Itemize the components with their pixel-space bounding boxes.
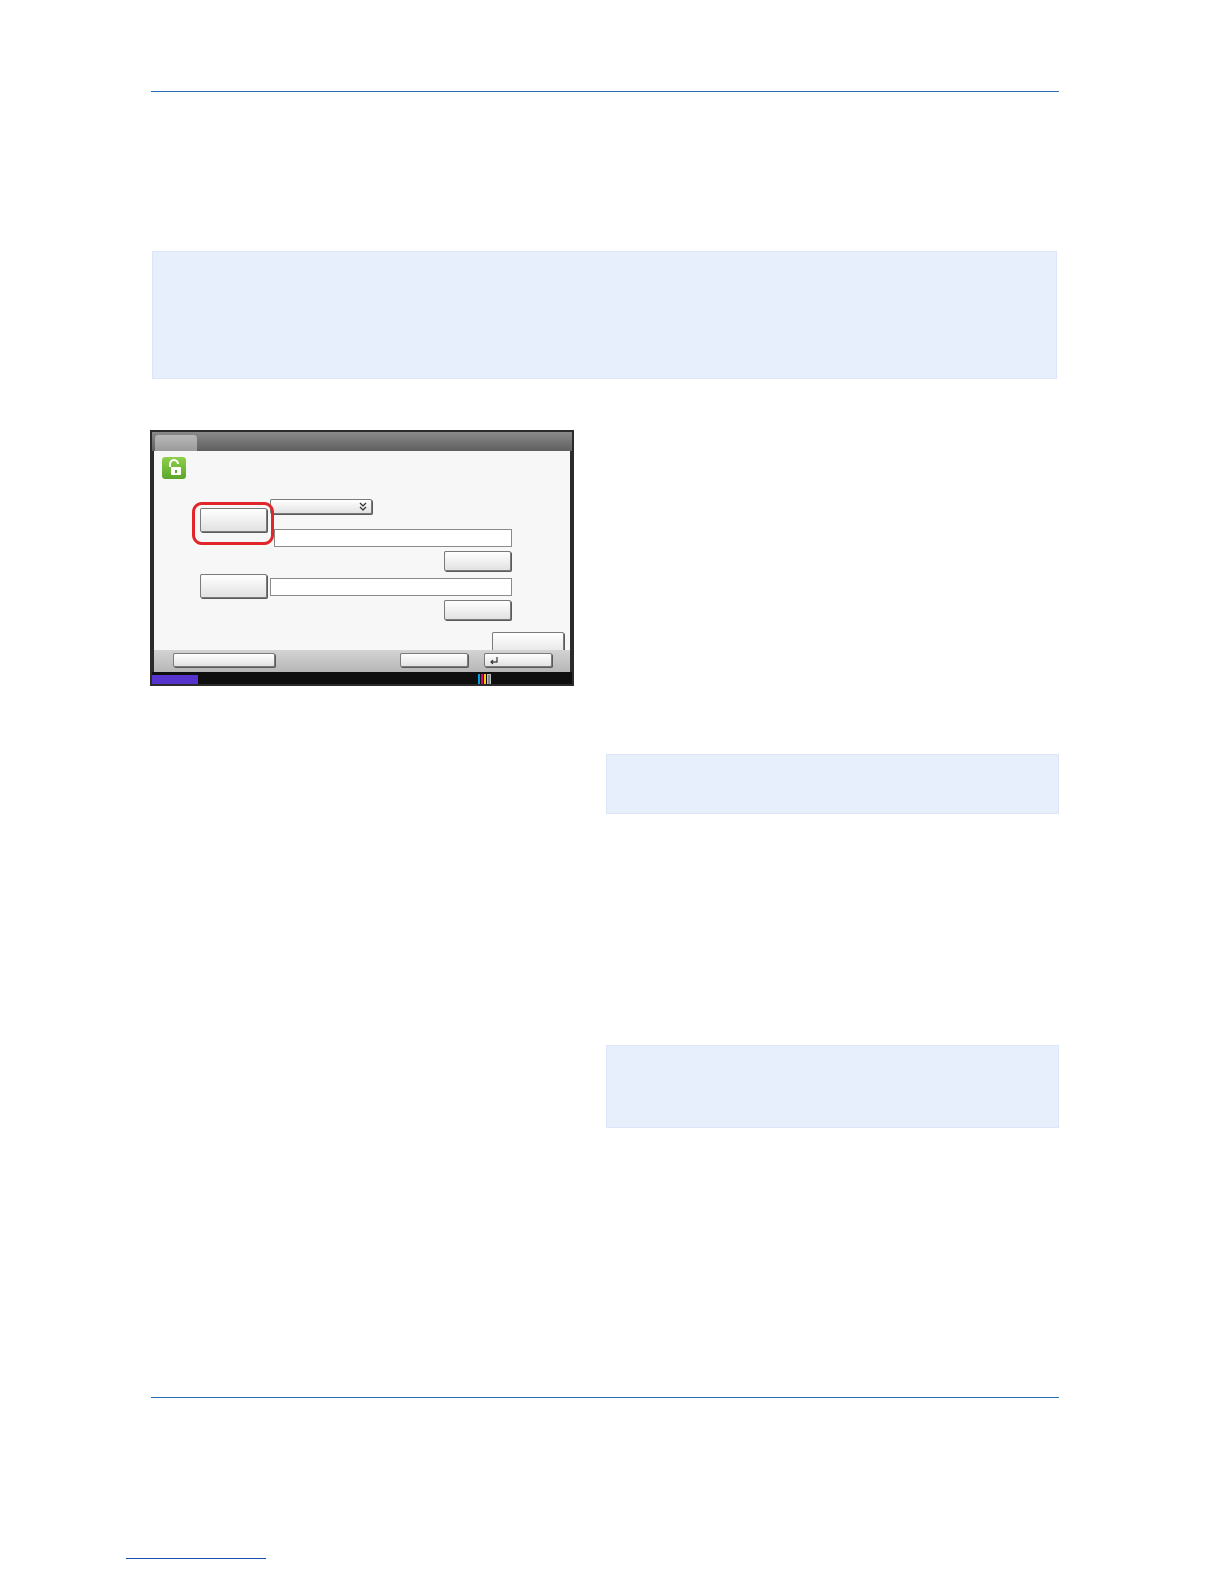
unlock-icon <box>162 457 186 479</box>
double-chevron-down-icon <box>359 502 367 511</box>
footer-ok-button[interactable] <box>484 653 552 667</box>
device-screen <box>150 430 574 686</box>
first-field-side-button[interactable] <box>444 551 511 571</box>
second-field-button[interactable] <box>200 574 267 598</box>
type-dropdown[interactable] <box>270 499 372 514</box>
screen-tab-bar <box>152 432 572 451</box>
screen-footer <box>154 650 570 672</box>
screen-body <box>154 451 570 657</box>
second-field-input[interactable] <box>270 578 512 596</box>
note-box-top <box>152 251 1057 379</box>
highlight-callout <box>192 502 274 545</box>
status-indicator <box>152 675 198 684</box>
footer-rule <box>151 1397 1059 1398</box>
screen-status-bar <box>152 672 572 684</box>
toner-level-icon <box>478 674 492 684</box>
header-rule <box>151 91 1059 92</box>
first-field-input[interactable] <box>274 529 512 547</box>
second-field-side-button[interactable] <box>444 600 511 620</box>
footer-link[interactable] <box>126 1558 266 1559</box>
note-box-lower <box>606 1045 1059 1128</box>
enter-icon <box>490 657 498 665</box>
note-box-middle <box>606 754 1059 814</box>
footer-cancel-button[interactable] <box>400 653 468 667</box>
footer-left-button[interactable] <box>173 653 275 667</box>
screen-tab[interactable] <box>155 435 197 451</box>
